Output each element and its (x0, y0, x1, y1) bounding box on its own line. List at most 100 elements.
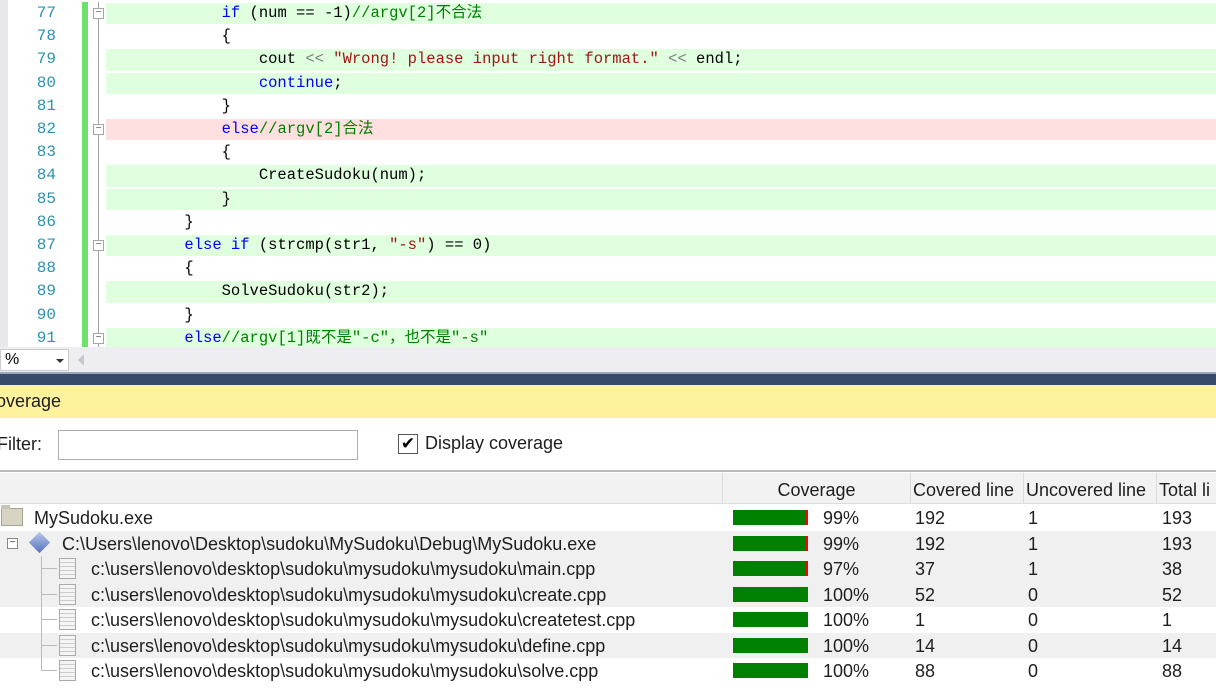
code-line[interactable]: 77 − if (num == -1)//argv[2]不合法 (0, 2, 1216, 26)
change-margin-bar (82, 71, 88, 95)
change-margin-bar (82, 94, 88, 118)
code-line[interactable]: 79 cout << "Wrong! please input right fo… (0, 48, 1216, 72)
line-number: 89 (36, 282, 56, 301)
code-line[interactable]: 91 − else//argv[1]既不是"-c"，也不是"-s" (0, 326, 1216, 347)
coverage-bar (733, 535, 808, 551)
coverage-row[interactable]: c:\users\lenovo\desktop\sudoku\mysudoku\… (0, 556, 1216, 582)
code-line[interactable]: 85 } (0, 187, 1216, 211)
coverage-percent: 97% (823, 559, 860, 579)
coverage-row[interactable]: MySudoku.exe 99% 192 1 193 (0, 505, 1216, 531)
coverage-percent: 100% (823, 584, 870, 605)
filter-input[interactable] (58, 430, 358, 460)
total-lines: 38 (1162, 559, 1183, 579)
code-line[interactable]: 81 } (0, 94, 1216, 118)
collapse-icon[interactable]: − (7, 537, 18, 549)
code-line[interactable]: 84 CreateSudoku(num); (0, 164, 1216, 188)
coverage-bar (733, 586, 808, 602)
tree-line (41, 607, 42, 633)
line-number: 77 (36, 4, 56, 22)
outline-line (98, 25, 99, 49)
code-line[interactable]: 86 } (0, 210, 1216, 234)
column-header-coverage[interactable]: Coverage (722, 473, 910, 504)
tree-line (41, 556, 42, 582)
tree-line (42, 670, 57, 671)
code-text: } (110, 211, 194, 234)
uncovered-lines: 1 (1028, 508, 1039, 528)
uncovered-fill (805, 561, 808, 576)
splitter[interactable] (0, 372, 1216, 385)
row-name: C:\Users\lenovo\Desktop\sudoku\MySudoku\… (62, 533, 597, 554)
display-coverage-checkbox[interactable]: ✔ (398, 434, 418, 454)
coverage-row[interactable]: c:\users\lenovo\desktop\sudoku\mysudoku\… (0, 581, 1216, 608)
column-header-total[interactable]: Total li (1156, 473, 1216, 504)
line-number: 87 (36, 236, 56, 254)
code-line[interactable]: 83 { (0, 141, 1216, 165)
collapse-icon[interactable]: − (93, 124, 104, 135)
code-editor[interactable]: 77 − if (num == -1)//argv[2]不合法 78 {79 co… (0, 0, 1216, 347)
filter-label: Filter: (0, 434, 42, 454)
coverage-percent: 100% (823, 635, 870, 656)
change-margin-bar (82, 164, 88, 188)
file-icon (59, 609, 76, 630)
code-token: "-s" (389, 236, 427, 254)
line-number: 82 (36, 120, 56, 138)
collapse-icon[interactable]: − (93, 8, 104, 19)
code-token: continue (258, 73, 334, 92)
uncovered-fill (805, 510, 808, 525)
outline-line (98, 303, 99, 327)
coverage-row[interactable]: c:\users\lenovo\desktop\sudoku\mysudoku\… (0, 658, 1216, 684)
zoom-value: % (5, 351, 20, 368)
code-line[interactable]: 78 { (0, 25, 1216, 49)
covered-lines: 52 (915, 584, 936, 605)
total-lines: 14 (1162, 635, 1183, 656)
total-lines: 88 (1162, 661, 1183, 681)
zoom-combo[interactable]: % (0, 349, 69, 371)
display-coverage-label[interactable]: Display coverage (425, 433, 563, 454)
coverage-highlight-green (106, 188, 1216, 210)
uncovered-lines: 0 (1028, 610, 1039, 630)
code-token: } (184, 212, 194, 231)
coverage-bar (733, 637, 808, 653)
code-token: (num == -1) (240, 4, 352, 22)
outline-line (98, 94, 99, 118)
code-line[interactable]: 87 − else if (strcmp(str1, "-s") == 0) (0, 234, 1216, 258)
code-token: } (221, 96, 231, 115)
coverage-row[interactable]: − C:\Users\lenovo\Desktop\sudoku\MySudoku… (0, 530, 1216, 556)
code-text: if (num == -1)//argv[2]不合法 (110, 2, 482, 25)
row-name: c:\users\lenovo\desktop\sudoku\mysudoku\… (91, 559, 596, 579)
coverage-bar (733, 561, 808, 576)
code-line[interactable]: 88 { (0, 257, 1216, 281)
chevron-down-icon[interactable] (56, 359, 64, 363)
code-line[interactable]: 82 − else//argv[2]合法 (0, 118, 1216, 142)
column-header-covered[interactable]: Covered line (910, 473, 1023, 504)
code-line[interactable]: 80 continue; (0, 71, 1216, 95)
coverage-row[interactable]: c:\users\lenovo\desktop\sudoku\mysudoku\… (0, 607, 1216, 633)
uncovered-lines: 0 (1028, 661, 1039, 681)
column-header-uncovered[interactable]: Uncovered line (1023, 473, 1156, 504)
collapse-icon[interactable]: − (93, 332, 104, 344)
column-header-name[interactable] (0, 473, 722, 504)
code-token: endl; (686, 50, 743, 69)
code-token: else if (184, 236, 250, 254)
code-token: { (184, 259, 194, 278)
change-margin-bar (82, 280, 88, 304)
scroll-left-arrow-icon[interactable] (78, 354, 84, 366)
code-line[interactable]: 89 SolveSudoku(str2); (0, 280, 1216, 304)
uncovered-lines: 0 (1028, 584, 1039, 605)
coverage-row[interactable]: c:\users\lenovo\desktop\sudoku\mysudoku\… (0, 632, 1216, 659)
outline-line (98, 187, 99, 211)
coverage-percent: 99% (823, 533, 860, 554)
line-number: 78 (36, 27, 56, 46)
code-token: { (221, 143, 231, 162)
collapse-icon[interactable]: − (93, 240, 104, 251)
code-line[interactable]: 90 } (0, 303, 1216, 327)
